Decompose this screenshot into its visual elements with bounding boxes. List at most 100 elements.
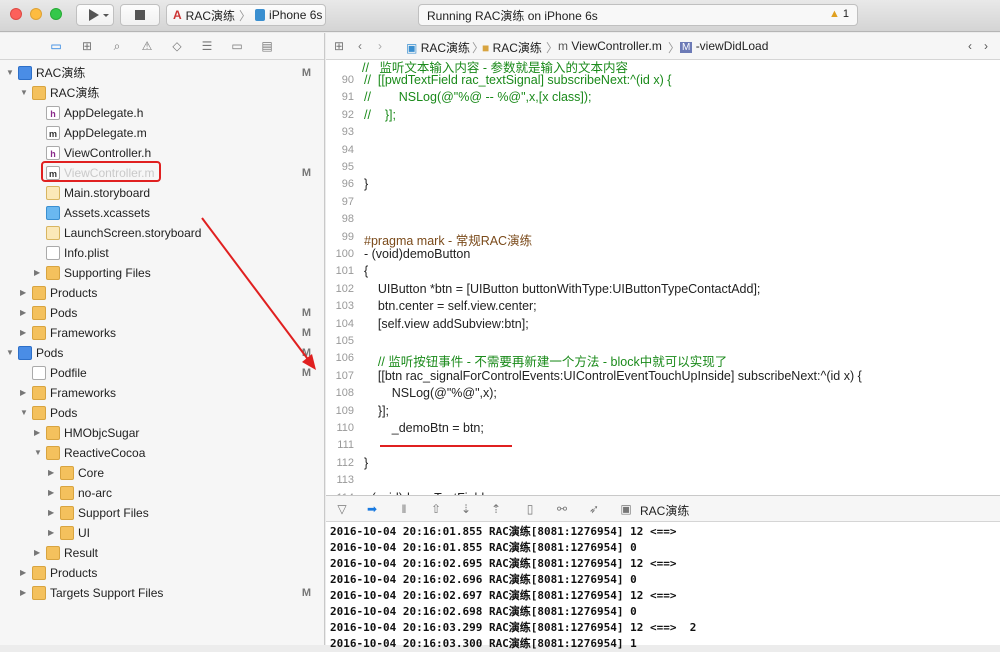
tree-item[interactable]: ▶ HMObjcSugar	[0, 423, 325, 443]
breakpoint-icon[interactable]: ▭	[229, 39, 245, 53]
code-area[interactable]: // 监听文本输入内容 - 参数就是输入的文本内容 90// [[pwdText…	[326, 61, 1000, 495]
search-icon[interactable]: ⌕	[109, 39, 125, 53]
pause-icon[interactable]: ‖	[396, 501, 412, 517]
stop-button[interactable]	[120, 4, 160, 26]
run-button[interactable]	[76, 4, 114, 26]
step-in-icon[interactable]: ⇣	[458, 501, 474, 517]
warning-count: 1	[842, 8, 849, 20]
line-number: 105	[335, 335, 354, 347]
code-line: [self.view addSubview:btn];	[364, 316, 529, 331]
code-line: #pragma mark - 常规RAC演练	[364, 233, 533, 248]
disclosure-open-icon[interactable]: ▼	[34, 449, 42, 457]
tree-item[interactable]: LaunchScreen.storyboard	[0, 223, 325, 243]
memory-graph-icon[interactable]: ⚯	[554, 501, 570, 517]
disclosure-closed-icon[interactable]: ▶	[20, 389, 28, 397]
tree-item-label: Pods	[50, 306, 78, 320]
folder-icon[interactable]: ▭	[48, 39, 64, 53]
tree-item[interactable]: ▶ no-arc	[0, 483, 325, 503]
close-window-button[interactable]	[10, 8, 22, 20]
tree-item-label: Support Files	[78, 506, 149, 520]
folder-icon	[60, 486, 74, 500]
disclosure-closed-icon[interactable]: ▶	[48, 529, 56, 537]
disclosure-closed-icon[interactable]: ▶	[20, 569, 28, 577]
disclosure-closed-icon[interactable]: ▶	[20, 309, 28, 317]
disclosure-open-icon[interactable]: ▼	[20, 409, 28, 417]
tree-item[interactable]: h ViewController.h	[0, 143, 325, 163]
jump-project[interactable]: ▣ RAC演练	[406, 39, 470, 56]
disclosure-closed-icon[interactable]: ▶	[20, 289, 28, 297]
tree-item[interactable]: ▼ ReactiveCocoa	[0, 443, 325, 463]
grid-icon[interactable]: ⊞	[334, 39, 344, 53]
warning-indicator[interactable]: ▲ 1	[829, 8, 849, 20]
issue-icon[interactable]: ⚠	[139, 39, 155, 53]
chevron-right-icon[interactable]: ›	[984, 39, 988, 53]
step-over-icon[interactable]: ⇧	[428, 501, 444, 517]
tree-item[interactable]: h AppDelegate.h	[0, 103, 325, 123]
disclosure-closed-icon[interactable]: ▶	[20, 589, 28, 597]
jump-method[interactable]: M -viewDidLoad	[680, 39, 768, 53]
tree-item[interactable]: m AppDelegate.m	[0, 123, 325, 143]
back-icon[interactable]: ‹	[358, 39, 362, 53]
chevron-right-icon: 〉	[668, 41, 681, 55]
app-icon: A	[173, 8, 182, 22]
hide-debug-icon[interactable]: ▽	[334, 501, 350, 517]
tree-item[interactable]: ▶ Frameworks	[0, 383, 325, 403]
tree-item[interactable]: ▼ RAC演练	[0, 83, 325, 103]
line-number: 108	[335, 387, 354, 400]
tree-item[interactable]: ▼ Pods M	[0, 343, 325, 363]
tree-item[interactable]: ▶ Targets Support Files M	[0, 583, 325, 603]
disclosure-open-icon[interactable]: ▼	[6, 69, 14, 77]
disclosure-closed-icon[interactable]: ▶	[34, 269, 42, 277]
asset-catalog-icon	[46, 206, 60, 220]
tree-item-label: Podfile	[50, 366, 87, 380]
tree-item[interactable]: Assets.xcassets	[0, 203, 325, 223]
folder-icon	[32, 386, 46, 400]
tree-item[interactable]: ▶ Result	[0, 543, 325, 563]
related-items-icon[interactable]: ‹	[968, 39, 972, 53]
scheme-device[interactable]: iPhone 6s	[269, 8, 322, 22]
breakpoint-toggle-icon[interactable]: ➡	[364, 501, 380, 517]
tree-item[interactable]: ▼ Pods	[0, 403, 325, 423]
tree-item[interactable]: ▶ Products	[0, 563, 325, 583]
disclosure-closed-icon[interactable]: ▶	[48, 509, 56, 517]
tree-item[interactable]: Info.plist	[0, 243, 325, 263]
console-output[interactable]: 2016-10-04 20:16:01.855 RAC演练[8081:12769…	[330, 524, 696, 652]
jump-group[interactable]: ■ RAC演练	[482, 39, 542, 56]
code-line: }];	[364, 403, 390, 418]
step-out-icon[interactable]: ⇡	[488, 501, 504, 517]
test-icon[interactable]: ◇	[169, 39, 185, 53]
debug-icon[interactable]: ☰	[199, 39, 215, 53]
zoom-window-button[interactable]	[50, 8, 62, 20]
tree-item[interactable]: ▶ Supporting Files	[0, 263, 325, 283]
tree-item[interactable]: Podfile M	[0, 363, 325, 383]
view-debug-icon[interactable]: ▯	[522, 501, 538, 517]
forward-icon[interactable]: ›	[378, 39, 382, 53]
tree-item[interactable]: ▶ Frameworks M	[0, 323, 325, 343]
folder-icon: ■	[482, 41, 490, 55]
jump-file[interactable]: m ViewController.m	[558, 39, 662, 53]
disclosure-closed-icon[interactable]: ▶	[34, 549, 42, 557]
disclosure-closed-icon[interactable]: ▶	[48, 489, 56, 497]
modified-badge: M	[301, 167, 311, 179]
tree-item[interactable]: m ViewController.m M	[0, 163, 325, 183]
disclosure-open-icon[interactable]: ▼	[20, 89, 28, 97]
minimize-window-button[interactable]	[30, 8, 42, 20]
scheme-selector[interactable]: A RAC演练 〉 iPhone 6s	[166, 4, 326, 26]
tree-item[interactable]: ▶ Support Files	[0, 503, 325, 523]
tree-item[interactable]: ▶ Pods M	[0, 303, 325, 323]
disclosure-open-icon[interactable]: ▼	[6, 349, 14, 357]
tree-item[interactable]: ▼ RAC演练 M	[0, 63, 325, 83]
tree-item[interactable]: ▶ UI	[0, 523, 325, 543]
report-icon[interactable]: ▤	[259, 39, 275, 53]
tree-item[interactable]: Main.storyboard	[0, 183, 325, 203]
activity-viewer: Running RAC演练 on iPhone 6s ▲ 1	[418, 4, 858, 26]
location-icon[interactable]: ➶	[586, 501, 602, 517]
disclosure-closed-icon[interactable]: ▶	[48, 469, 56, 477]
tree-item[interactable]: ▶ Products	[0, 283, 325, 303]
disclosure-closed-icon[interactable]: ▶	[34, 429, 42, 437]
line-number: 106	[335, 352, 354, 365]
tree-item[interactable]: ▶ Core	[0, 463, 325, 483]
disclosure-closed-icon[interactable]: ▶	[20, 329, 28, 337]
hierarchy-icon[interactable]: ⊞	[79, 39, 95, 53]
console-line: 2016-10-04 20:16:02.696 RAC演练[8081:12769…	[330, 573, 637, 586]
